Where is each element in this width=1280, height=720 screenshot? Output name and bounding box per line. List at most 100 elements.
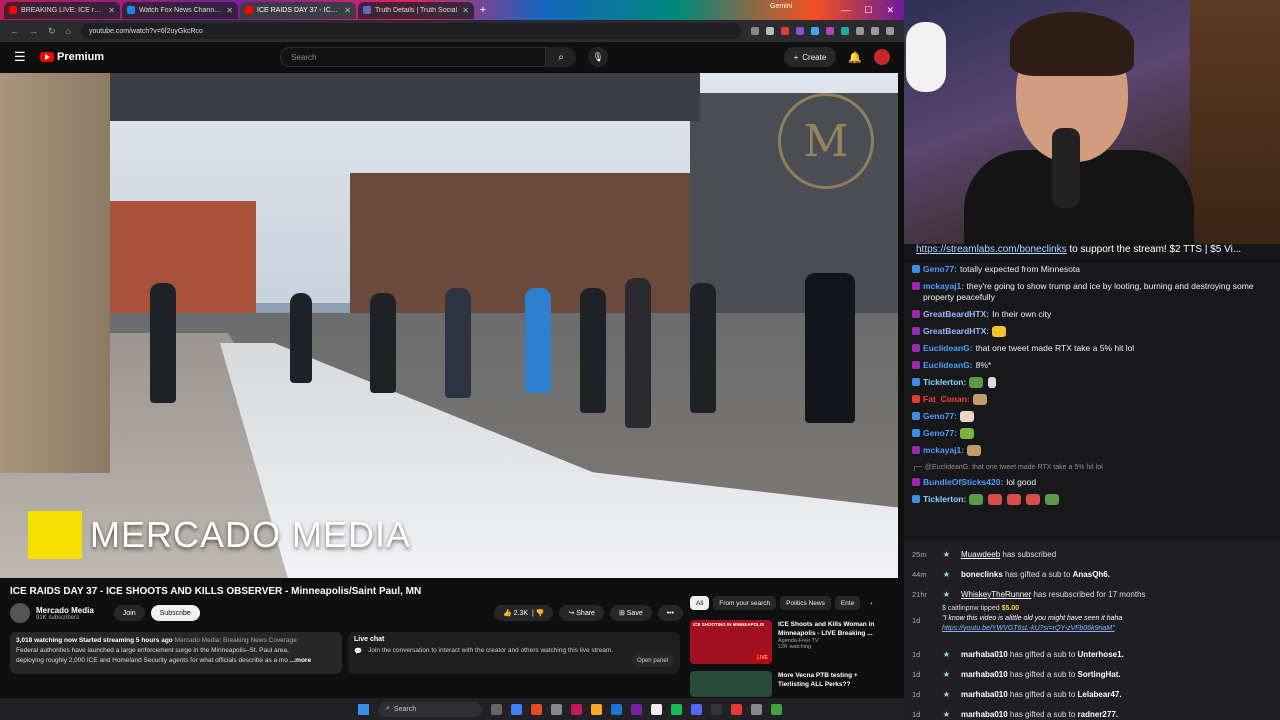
menu-dots-icon[interactable] [886, 27, 894, 35]
chevron-right-icon[interactable]: › [864, 596, 878, 610]
spotify-icon[interactable] [671, 703, 682, 715]
like-button[interactable]: 👍 2.3K | 👎 [494, 605, 554, 621]
chip-all[interactable]: All [690, 596, 710, 610]
video-description[interactable]: 3,018 watching now Started streaming 5 h… [10, 632, 342, 674]
extension-icon[interactable] [796, 27, 804, 35]
event-user[interactable]: marhaba010 [961, 670, 1008, 679]
save-button[interactable]: ⊞ Save [609, 605, 652, 621]
youtube-logo[interactable]: Premium [40, 51, 104, 63]
event-target[interactable]: Unterhose1. [1078, 650, 1124, 659]
chat-username[interactable]: Geno77: [923, 411, 957, 422]
forward-icon[interactable]: → [29, 26, 38, 36]
event-user[interactable]: boneclinks [961, 570, 1003, 579]
more-link[interactable]: ...more [290, 657, 311, 664]
notifications-bell-icon[interactable]: 🔔 [848, 51, 862, 64]
maximize-icon[interactable]: ☐ [864, 5, 872, 16]
search-input[interactable]: Search [280, 47, 547, 67]
recommended-video[interactable]: ICE SHOOTING IN MINNEAPOLIS LIVE ICE Shoo… [690, 620, 890, 666]
close-tab-icon[interactable]: ✕ [344, 6, 351, 15]
event-user[interactable]: marhaba010 [961, 690, 1008, 699]
app-icon[interactable] [631, 703, 642, 715]
ticker-link[interactable]: https://streamlabs.com/boneclinks [916, 244, 1067, 255]
open-panel-button[interactable]: Open panel [630, 654, 674, 667]
extension-icon[interactable] [871, 27, 879, 35]
edge-icon[interactable] [511, 703, 522, 715]
folder-icon[interactable] [591, 703, 602, 715]
thumbs-down-icon[interactable]: 👎 [536, 609, 545, 617]
subscribe-button[interactable]: Subscribe [150, 605, 200, 621]
chat-username[interactable]: Fat_Conan: [923, 394, 970, 405]
chat-username[interactable]: mckayaj1: [923, 281, 964, 291]
app-icon[interactable] [651, 703, 662, 715]
back-icon[interactable]: ← [10, 26, 19, 36]
event-target[interactable]: Lelabear47. [1078, 690, 1122, 699]
chat-username[interactable]: EuclideanG: [923, 360, 973, 371]
tab-fox-news[interactable]: Watch Fox News Channel O...✕ [122, 1, 238, 19]
chip-politics[interactable]: Politics News [780, 596, 831, 610]
chat-username[interactable]: BundleOfSticks420: [923, 477, 1003, 488]
chat-username[interactable]: mckayaj1: [923, 445, 964, 456]
app-icon[interactable] [731, 703, 742, 715]
gemini-button[interactable]: Gemini [770, 3, 792, 10]
app-icon[interactable] [751, 703, 762, 715]
chat-username[interactable]: Geno77: [923, 428, 957, 439]
extension-icon[interactable] [826, 27, 834, 35]
event-user[interactable]: marhaba010 [961, 710, 1008, 719]
chip-entertainment[interactable]: Ente [834, 596, 861, 610]
minimize-icon[interactable]: — [841, 5, 850, 16]
event-target[interactable]: SortingHat. [1078, 670, 1121, 679]
event-target[interactable]: AnasQh6. [1073, 570, 1110, 579]
extension-icon[interactable] [841, 27, 849, 35]
discord-icon[interactable] [691, 703, 702, 715]
chat-username[interactable]: GreatBeardHTX: [923, 326, 989, 337]
chat-username[interactable]: Ticklerton: [923, 377, 966, 388]
more-actions-button[interactable]: ••• [657, 605, 684, 621]
tab-breaking-live[interactable]: BREAKING LIVE: ICE related sh...✕ [4, 1, 120, 19]
chat-username[interactable]: Ticklerton: [923, 494, 966, 505]
chip-from-search[interactable]: From your search [713, 596, 777, 610]
extension-icon[interactable] [856, 27, 864, 35]
chat-username[interactable]: GreatBeardHTX: [923, 309, 989, 320]
url-field[interactable]: youtube.com/watch?v=6f2uyGkcRco [80, 23, 741, 39]
rec-thumbnail[interactable]: ICE SHOOTING IN MINNEAPOLIS LIVE [690, 620, 772, 664]
extension-icon[interactable] [781, 27, 789, 35]
app-icon[interactable] [551, 703, 562, 715]
new-tab-button[interactable]: + [476, 4, 490, 16]
create-button[interactable]: + Create [783, 47, 837, 67]
close-tab-icon[interactable]: ✕ [462, 6, 469, 15]
reload-icon[interactable]: ↻ [48, 26, 56, 37]
rec-thumbnail[interactable] [690, 671, 772, 697]
event-user[interactable]: WhiskeyTheRunner [961, 590, 1031, 599]
share-button[interactable]: ↪ Share [559, 605, 604, 621]
event-user[interactable]: marhaba010 [961, 650, 1008, 659]
menu-icon[interactable]: ☰ [14, 49, 28, 65]
search-icon[interactable]: ⌕ [546, 47, 577, 67]
task-view-icon[interactable] [491, 703, 502, 715]
windows-start-icon[interactable] [358, 703, 369, 715]
close-tab-icon[interactable]: ✕ [108, 6, 115, 15]
chrome-icon[interactable] [531, 703, 542, 715]
app-icon[interactable] [771, 703, 782, 715]
tab-truth-social[interactable]: Truth Details | Truth Social ✕ [358, 1, 474, 19]
event-target[interactable]: radner277. [1078, 710, 1118, 719]
event-user[interactable]: Muawdeeb [961, 550, 1000, 559]
app-icon[interactable] [611, 703, 622, 715]
video-player[interactable]: M MERCADO MEDIA [0, 73, 898, 578]
chat-username[interactable]: Geno77: [923, 264, 957, 275]
microphone-icon[interactable]: 🎙 [588, 47, 609, 67]
extension-icon[interactable] [811, 27, 819, 35]
event-user[interactable]: caitlinpnw [948, 605, 979, 612]
channel-avatar[interactable] [10, 603, 30, 623]
tip-link[interactable]: https://youtu.be/YWVGT6sL-kU?si=rQY-zVFb… [942, 624, 1280, 634]
bookmark-star-icon[interactable] [766, 27, 774, 35]
close-window-icon[interactable]: ✕ [886, 5, 894, 16]
home-icon[interactable]: ⌂ [66, 26, 71, 36]
taskbar-search[interactable]: ⌕ Search [378, 701, 482, 717]
join-button[interactable]: Join [113, 605, 145, 621]
close-tab-icon[interactable]: ✕ [226, 6, 233, 15]
obs-icon[interactable] [711, 703, 722, 715]
recommended-video[interactable]: More Vecna PTB testing + Tierlisting ALL… [690, 671, 890, 697]
chat-username[interactable]: EuclideanG: [923, 343, 973, 354]
account-avatar[interactable] [874, 49, 890, 65]
app-icon[interactable] [571, 703, 582, 715]
